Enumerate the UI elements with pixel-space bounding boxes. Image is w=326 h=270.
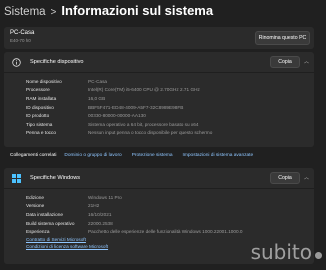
spec-row: Nome dispositivo PC-Casa [26, 77, 314, 86]
rename-pc-button[interactable]: Rinomina questo PC [255, 31, 310, 45]
pc-model: E40-70 h0 [10, 38, 31, 43]
related-links: Collegamenti correlati Dominio o gruppo … [4, 149, 314, 162]
spec-key: RAM installata [26, 95, 57, 101]
spec-row: ID prodotto 00330-80000-00000-AA130 [26, 111, 314, 120]
link-system-protection[interactable]: Protezione sistema [132, 153, 173, 158]
spec-value: 16/10/2021 [88, 211, 112, 217]
windows-specs-title: Specifiche Windows [30, 175, 81, 181]
windows-specs-header[interactable]: Specifiche Windows Copia ︿ [4, 168, 314, 189]
spec-key: Esperienza [26, 229, 50, 235]
device-specs-list: Nome dispositivo PC-Casa Processore Intel(… [4, 73, 314, 137]
windows-specs-list: Edizione Windows 11 Pro Versione 21H2 Data… [4, 189, 314, 236]
spec-value: 16,0 GB [88, 95, 106, 101]
spec-row: Tipo sistema Sistema operativo a 64 bit, … [26, 120, 314, 129]
spec-key: Edizione [26, 194, 44, 200]
breadcrumb-sistema[interactable]: Sistema [4, 6, 46, 18]
device-specs-card: Specifiche dispositivo Copia ︿ Nome disp… [4, 52, 314, 147]
device-specs-header[interactable]: Specifiche dispositivo Copia ︿ [4, 52, 314, 73]
spec-key: Versione [26, 203, 45, 209]
spec-row: Data installazione 16/10/2021 [26, 210, 314, 219]
spec-value: Pacchetto delle esperienze delle funzion… [88, 229, 243, 235]
windows-specs-copy-button[interactable]: Copia [270, 172, 300, 184]
spec-row: Esperienza Pacchetto delle esperienze del… [26, 227, 314, 236]
chevron-up-icon[interactable]: ︿ [304, 176, 309, 181]
settings-page: Sistema > Informazioni sul sistema PC-Ca… [0, 0, 326, 270]
spec-key: Nome dispositivo [26, 78, 62, 84]
spec-key: ID prodotto [26, 113, 50, 119]
spec-row: Penna e tocco Nessun input penna o tocco … [26, 129, 314, 138]
related-links-label: Collegamenti correlati [10, 153, 57, 158]
spec-value: 21H2 [88, 203, 100, 209]
spec-row: ID dispositivo BBF5F471-ED48-4009-A5F7-32… [26, 103, 314, 112]
spec-row: Build sistema operativo 22000.2538 [26, 219, 314, 228]
spec-row: Versione 21H2 [26, 202, 314, 211]
spec-value: 22000.2538 [88, 220, 113, 226]
spec-value: 00330-80000-00000-AA130 [88, 113, 146, 119]
link-advanced-settings[interactable]: Impostazioni di sistema avanzate [183, 153, 254, 158]
spec-value: Intel(R) Core(TM) i5-6400 CPU @ 2.70GHz … [88, 87, 200, 93]
spec-key: Processore [26, 87, 50, 93]
page-header: Sistema > Informazioni sul sistema [4, 3, 213, 19]
device-specs-copy-button[interactable]: Copia [270, 56, 300, 68]
info-icon [12, 58, 21, 67]
breadcrumb-separator-icon: > [50, 7, 57, 18]
link-domain-workgroup[interactable]: Dominio o gruppo di lavoro [64, 153, 121, 158]
spec-key: Penna e tocco [26, 130, 56, 136]
spec-value: BBF5F471-ED48-4009-A5F7-32C8989E98FB [88, 104, 184, 110]
pc-name: PC-Casa [10, 30, 35, 36]
watermark-text: subito [250, 240, 312, 264]
spec-key: Data installazione [26, 211, 64, 217]
spec-value: Sistema operativo a 64 bit, processore b… [88, 121, 199, 127]
spec-value: PC-Casa [88, 78, 108, 84]
page-title: Informazioni sul sistema [61, 3, 214, 18]
spec-key: Build sistema operativo [26, 220, 75, 226]
chevron-up-icon[interactable]: ︿ [304, 60, 309, 65]
spec-row: RAM installata 16,0 GB [26, 94, 314, 103]
subito-watermark: subito [251, 240, 322, 264]
windows-logo-icon [12, 174, 21, 183]
pc-name-row: PC-Casa E40-70 h0 Rinomina questo PC [4, 27, 314, 49]
watermark-dot-icon [315, 251, 322, 259]
spec-key: Tipo sistema [26, 121, 53, 127]
spec-value: Nessun input penna o tocco disponibile p… [88, 130, 213, 136]
spec-row: Edizione Windows 11 Pro [26, 193, 314, 202]
device-specs-title: Specifiche dispositivo [30, 59, 84, 65]
spec-key: ID dispositivo [26, 104, 54, 110]
spec-value: Windows 11 Pro [88, 194, 122, 200]
spec-row: Processore Intel(R) Core(TM) i5-6400 CPU … [26, 86, 314, 95]
